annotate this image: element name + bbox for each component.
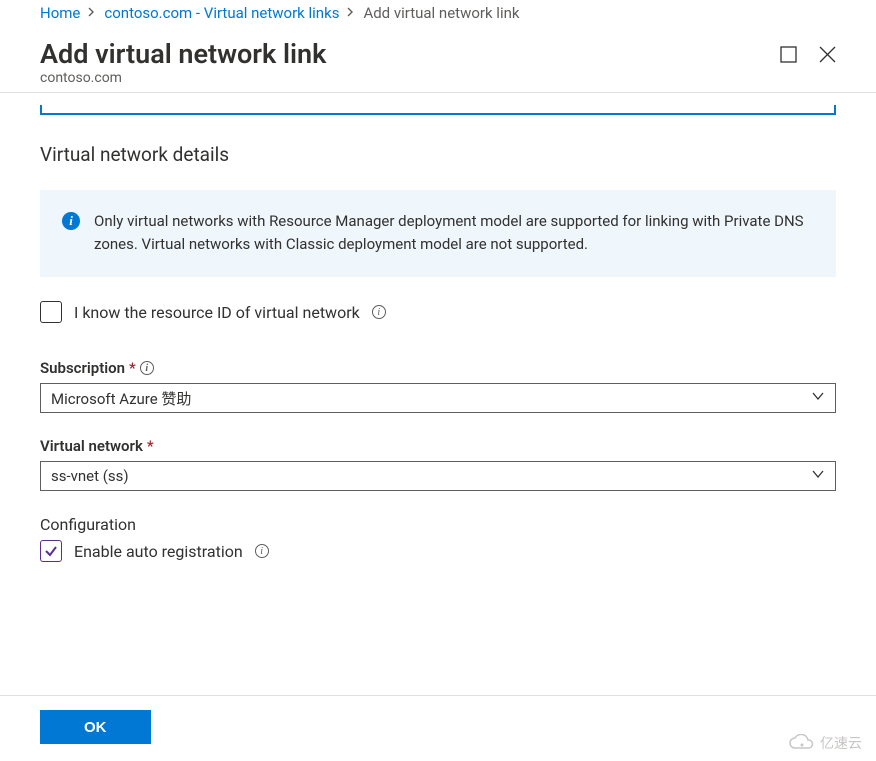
chevron-right-icon	[88, 6, 96, 20]
subscription-select[interactable]: Microsoft Azure 赞助	[40, 383, 836, 413]
info-message: Only virtual networks with Resource Mana…	[94, 210, 814, 255]
divider	[0, 92, 876, 93]
chevron-down-icon	[811, 467, 825, 485]
know-resource-id-checkbox[interactable]	[40, 301, 62, 323]
info-hint-icon[interactable]: i	[140, 361, 154, 375]
info-hint-icon[interactable]: i	[255, 544, 269, 558]
breadcrumb-home[interactable]: Home	[40, 4, 80, 22]
auto-registration-row: Enable auto registration i	[40, 540, 836, 562]
panel-header: Add virtual network link contoso.com	[0, 32, 876, 92]
vnet-label-text: Virtual network	[40, 437, 143, 455]
chevron-right-icon	[347, 6, 355, 20]
chevron-down-icon	[811, 389, 825, 407]
info-hint-icon[interactable]: i	[372, 305, 386, 319]
maximize-icon[interactable]	[780, 46, 797, 67]
breadcrumb: Home contoso.com - Virtual network links…	[0, 0, 876, 32]
subscription-value: Microsoft Azure 赞助	[51, 388, 191, 409]
page-subtitle: contoso.com	[40, 70, 780, 86]
auto-registration-label: Enable auto registration	[74, 542, 243, 561]
vnet-label: Virtual network *	[40, 437, 836, 455]
auto-registration-checkbox[interactable]	[40, 540, 62, 562]
vnet-value: ss-vnet (ss)	[51, 467, 129, 485]
close-icon[interactable]	[819, 46, 836, 67]
truncated-field[interactable]	[40, 105, 836, 115]
info-callout: i Only virtual networks with Resource Ma…	[40, 190, 836, 277]
form-body[interactable]: Virtual network details i Only virtual n…	[0, 105, 876, 695]
know-resource-id-row: I know the resource ID of virtual networ…	[40, 301, 836, 323]
page-title: Add virtual network link	[40, 38, 780, 70]
panel-footer: OK	[0, 695, 876, 761]
info-icon: i	[62, 212, 80, 230]
know-resource-id-label: I know the resource ID of virtual networ…	[74, 303, 360, 322]
subscription-label: Subscription * i	[40, 359, 836, 377]
vnet-select[interactable]: ss-vnet (ss)	[40, 461, 836, 491]
breadcrumb-mid[interactable]: contoso.com - Virtual network links	[104, 4, 339, 22]
section-title-vnet-details: Virtual network details	[40, 143, 836, 166]
ok-button[interactable]: OK	[40, 710, 151, 744]
configuration-title: Configuration	[40, 515, 836, 534]
breadcrumb-current: Add virtual network link	[363, 4, 519, 22]
subscription-label-text: Subscription	[40, 359, 125, 377]
required-indicator: *	[129, 359, 136, 377]
required-indicator: *	[147, 437, 154, 455]
